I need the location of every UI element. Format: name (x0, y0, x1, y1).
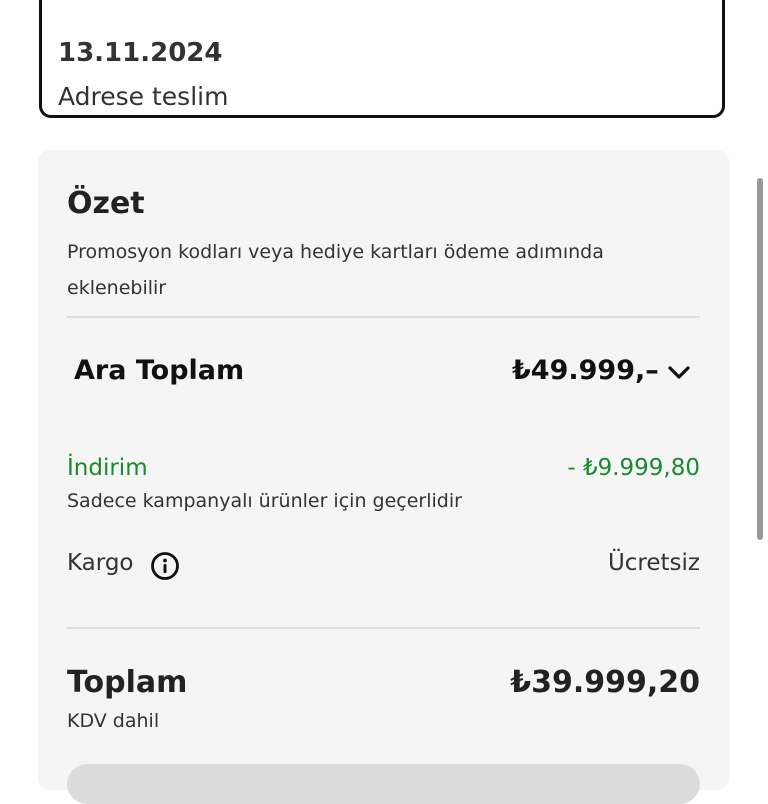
vat-note: KDV dahil (67, 710, 160, 732)
discount-label: İndirim (67, 455, 148, 481)
info-icon[interactable] (150, 551, 180, 581)
chevron-down-icon[interactable] (666, 363, 692, 383)
subtotal-value: ₺49.999,– (512, 355, 659, 386)
divider (67, 316, 700, 318)
summary-title: Özet (67, 186, 145, 221)
scrollbar[interactable] (757, 178, 763, 540)
subtotal-label: Ara Toplam (74, 355, 245, 386)
promo-note: Promosyon kodları veya hediye kartları ö… (67, 241, 604, 299)
divider (67, 627, 700, 629)
shipping-value: Ücretsiz (607, 550, 700, 576)
total-value: ₺39.999,20 (510, 665, 700, 700)
delivery-method: Adrese teslim (58, 82, 229, 111)
discount-note: Sadece kampanyalı ürünler için geçerlidi… (67, 490, 462, 512)
total-label: Toplam (67, 665, 188, 700)
discount-value: - ₺9.999,80 (567, 455, 700, 481)
delivery-date: 13.11.2024 (58, 38, 223, 68)
order-summary-card: Özet Promosyon kodları veya hediye kartl… (38, 150, 729, 804)
checkout-button[interactable] (67, 764, 700, 804)
shipping-label: Kargo (67, 550, 134, 576)
